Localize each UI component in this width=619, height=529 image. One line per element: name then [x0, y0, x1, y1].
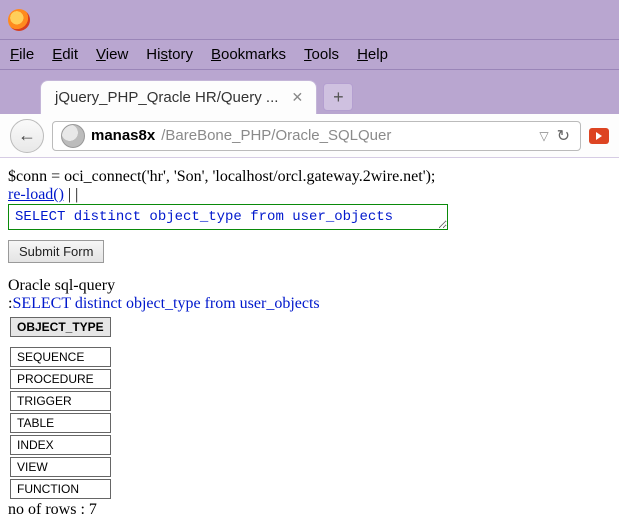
page-content: $conn = oci_connect('hr', 'Son', 'localh… — [0, 158, 619, 525]
reload-icon[interactable]: ↻ — [555, 126, 572, 146]
table-row: FUNCTION — [10, 479, 111, 499]
table-row: INDEX — [10, 435, 111, 455]
echo-query: SELECT distinct object_type from user_ob… — [12, 295, 319, 312]
plus-icon: + — [333, 87, 344, 108]
table-cell: TABLE — [10, 413, 111, 433]
browser-tab-active[interactable]: jQuery_PHP_Qracle HR/Query ... ✕ — [40, 80, 317, 114]
col-header-object-type: OBJECT_TYPE — [10, 317, 111, 337]
table-cell: PROCEDURE — [10, 369, 111, 389]
back-button[interactable]: ← — [10, 119, 44, 153]
table-cell: TRIGGER — [10, 391, 111, 411]
table-row: TABLE — [10, 413, 111, 433]
toolbar-right — [589, 128, 609, 144]
menu-bookmarks[interactable]: Bookmarks — [211, 46, 286, 63]
tab-title: jQuery_PHP_Qracle HR/Query ... — [55, 89, 278, 106]
table-cell: SEQUENCE — [10, 347, 111, 367]
reload-trailer: | | — [64, 186, 78, 203]
address-bar[interactable]: manas8x/BareBone_PHP/Oracle_SQLQuer ▽ ↻ — [52, 121, 581, 151]
result-table: OBJECT_TYPE SEQUENCEPROCEDURETRIGGERTABL… — [8, 315, 113, 501]
result-title: Oracle sql-query — [8, 277, 611, 295]
tab-strip: jQuery_PHP_Qracle HR/Query ... ✕ + — [0, 70, 619, 114]
sql-textarea[interactable]: SELECT distinct object_type from user_ob… — [8, 204, 448, 230]
menu-file[interactable]: File — [10, 46, 34, 63]
spacer — [8, 263, 611, 277]
menu-bar: File Edit View History Bookmarks Tools H… — [0, 40, 619, 70]
table-cell: FUNCTION — [10, 479, 111, 499]
menu-tools[interactable]: Tools — [304, 46, 339, 63]
menu-help[interactable]: Help — [357, 46, 388, 63]
firefox-logo-icon — [8, 9, 30, 31]
table-row: PROCEDURE — [10, 369, 111, 389]
arrow-left-icon: ← — [18, 125, 36, 146]
chevron-down-icon[interactable]: ▽ — [539, 129, 548, 143]
echo-query-line: :SELECT distinct object_type from user_o… — [8, 295, 611, 313]
table-cell: VIEW — [10, 457, 111, 477]
navigation-toolbar: ← manas8x/BareBone_PHP/Oracle_SQLQuer ▽ … — [0, 114, 619, 158]
table-row: TRIGGER — [10, 391, 111, 411]
reload-link[interactable]: re-load() — [8, 186, 64, 203]
window-titlebar — [0, 0, 619, 40]
reload-row: re-load() | | — [8, 186, 611, 204]
conn-line: $conn = oci_connect('hr', 'Son', 'localh… — [8, 168, 611, 186]
table-row: VIEW — [10, 457, 111, 477]
menu-history[interactable]: History — [146, 46, 193, 63]
menu-view[interactable]: View — [96, 46, 128, 63]
submit-button[interactable]: Submit Form — [8, 240, 104, 263]
url-host: manas8x — [91, 127, 155, 144]
table-cell: INDEX — [10, 435, 111, 455]
globe-icon — [61, 124, 85, 148]
table-row: SEQUENCE — [10, 347, 111, 367]
close-icon[interactable]: ✕ — [288, 89, 306, 107]
youtube-icon[interactable] — [589, 128, 609, 144]
rowcount-line: no of rows : 7 — [8, 501, 611, 519]
new-tab-button[interactable]: + — [323, 83, 353, 111]
menu-edit[interactable]: Edit — [52, 46, 78, 63]
url-path: /BareBone_PHP/Oracle_SQLQuer — [161, 127, 391, 144]
